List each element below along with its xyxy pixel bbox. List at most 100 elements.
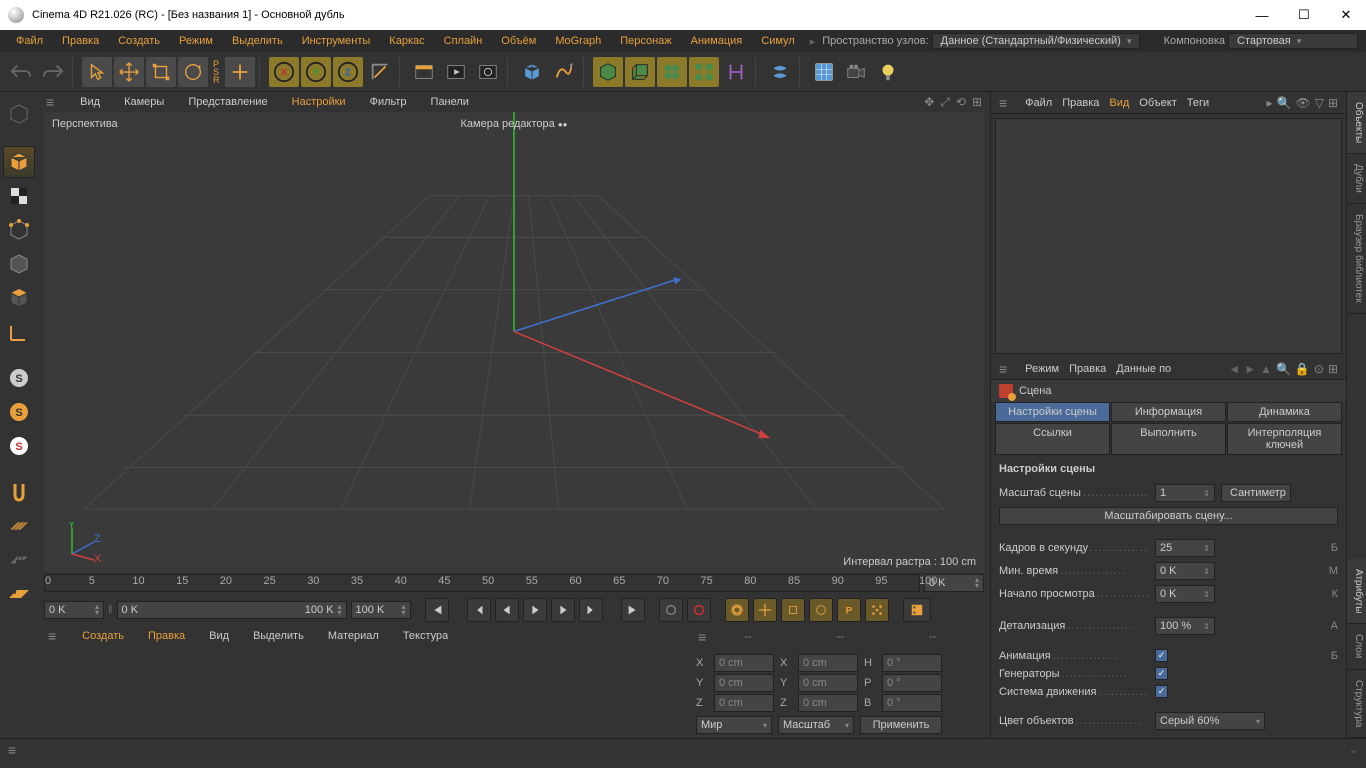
vp-nav-icon-3[interactable]: ⟲ xyxy=(956,95,966,110)
polygon-mode-button[interactable] xyxy=(3,282,35,314)
vp-menu-view[interactable]: Вид xyxy=(74,94,106,110)
coord-apply-button[interactable]: Применить xyxy=(860,716,942,734)
rtab-layers[interactable]: Слои xyxy=(1347,624,1366,669)
edge-mode-button[interactable] xyxy=(3,248,35,280)
menu-mograph[interactable]: MoGraph xyxy=(547,33,609,49)
mat-menu-view[interactable]: Вид xyxy=(203,628,235,644)
motion-checkbox[interactable]: ✓ xyxy=(1155,685,1168,698)
model-mode-button[interactable] xyxy=(3,146,35,178)
render-pv-button[interactable] xyxy=(441,57,471,87)
workplane-button[interactable] xyxy=(3,510,35,542)
mat-menu-create[interactable]: Создать xyxy=(76,628,130,644)
select-tool[interactable] xyxy=(82,57,112,87)
fps-field[interactable]: 25⇕ xyxy=(1155,539,1215,557)
animation-checkbox[interactable]: ✓ xyxy=(1155,649,1168,662)
vp-menu-filter[interactable]: Фильтр xyxy=(364,94,413,110)
am-menu-mode[interactable]: Режим xyxy=(1025,363,1059,375)
om-menu-object[interactable]: Объект xyxy=(1139,97,1176,109)
current-frame-field[interactable]: 0 K▴▾ xyxy=(44,601,104,619)
size-y-field[interactable]: 0 cm xyxy=(798,674,858,692)
rot-b-field[interactable]: 0 ° xyxy=(882,694,942,712)
camera-button[interactable] xyxy=(841,57,871,87)
rotate-tool[interactable] xyxy=(178,57,208,87)
om-menu-file[interactable]: Файл xyxy=(1025,97,1052,109)
key-pos-button[interactable] xyxy=(753,598,777,622)
hamburger-icon[interactable]: ≡ xyxy=(48,628,56,644)
mat-menu-edit[interactable]: Правка xyxy=(142,628,191,644)
om-search-icon[interactable]: 🔍 xyxy=(1277,96,1292,110)
rot-p-field[interactable]: 0 ° xyxy=(882,674,942,692)
mat-menu-select[interactable]: Выделить xyxy=(247,628,310,644)
move-tool[interactable] xyxy=(114,57,144,87)
cloner-button[interactable] xyxy=(689,57,719,87)
key-pla-button[interactable] xyxy=(865,598,889,622)
play-button[interactable] xyxy=(523,598,547,622)
field-button[interactable] xyxy=(721,57,751,87)
hamburger-icon[interactable]: ≡ xyxy=(999,361,1007,377)
chevron-down-icon[interactable]: ⌄ xyxy=(1349,743,1358,756)
environment-button[interactable] xyxy=(809,57,839,87)
texture-mode-button[interactable] xyxy=(3,180,35,212)
render-settings-button[interactable] xyxy=(473,57,503,87)
viewport-solo-off-button[interactable]: S xyxy=(3,396,35,428)
am-add-icon[interactable]: ⊞ xyxy=(1328,362,1338,376)
size-z-field[interactable]: 0 cm xyxy=(798,694,858,712)
viewport-solo-single-button[interactable]: S xyxy=(3,430,35,462)
maximize-button[interactable]: ☐ xyxy=(1292,7,1316,23)
render-view-button[interactable] xyxy=(409,57,439,87)
goto-start-button[interactable] xyxy=(425,598,449,622)
record-button[interactable] xyxy=(659,598,683,622)
autokey-button[interactable] xyxy=(687,598,711,622)
goto-end-button[interactable] xyxy=(621,598,645,622)
size-x-field[interactable]: 0 cm xyxy=(798,654,858,672)
om-expand-icon[interactable]: ▸ xyxy=(1266,96,1272,110)
x-axis-lock[interactable]: X xyxy=(269,57,299,87)
pos-z-field[interactable]: 0 cm xyxy=(714,694,774,712)
coord-system-button[interactable] xyxy=(365,57,395,87)
next-key-button[interactable] xyxy=(579,598,603,622)
detail-field[interactable]: 100 %⇕ xyxy=(1155,617,1215,635)
object-color-dropdown[interactable]: Серый 60%▾ xyxy=(1155,712,1265,730)
vp-nav-icon-2[interactable]: ⤢ xyxy=(940,95,950,110)
am-fwd-icon[interactable]: ► xyxy=(1244,362,1256,376)
next-frame-button[interactable] xyxy=(551,598,575,622)
psr-label[interactable]: PSR xyxy=(210,57,223,87)
undo-button[interactable] xyxy=(6,57,36,87)
om-filter-icon[interactable]: ▽ xyxy=(1315,96,1324,110)
timeline-options-button[interactable] xyxy=(903,598,931,622)
redo-button[interactable] xyxy=(38,57,68,87)
vp-menu-cameras[interactable]: Камеры xyxy=(118,94,170,110)
key-scale-button[interactable] xyxy=(781,598,805,622)
vp-menu-options[interactable]: Настройки xyxy=(286,94,352,110)
viewport-3d[interactable]: Перспектива Камера редактора ●● Интервал… xyxy=(44,112,984,572)
light-button[interactable] xyxy=(873,57,903,87)
minimize-button[interactable]: — xyxy=(1250,8,1274,23)
hamburger-icon[interactable]: ≡ xyxy=(46,94,54,110)
generators-checkbox[interactable]: ✓ xyxy=(1155,667,1168,680)
am-lock-icon[interactable]: 🔒 xyxy=(1295,362,1310,376)
coord-world-dropdown[interactable]: Мир▾ xyxy=(696,716,772,734)
vp-menu-display[interactable]: Представление xyxy=(182,94,273,110)
last-tool[interactable] xyxy=(225,57,255,87)
scene-scale-field[interactable]: 1⇕ xyxy=(1155,484,1215,502)
tab-execute[interactable]: Выполнить xyxy=(1111,423,1226,455)
menu-spline[interactable]: Сплайн xyxy=(436,33,491,49)
make-editable-button[interactable] xyxy=(3,98,35,130)
menu-tools[interactable]: Инструменты xyxy=(294,33,379,49)
om-menu-tags[interactable]: Теги xyxy=(1187,97,1209,109)
menu-file[interactable]: Файл xyxy=(8,33,51,49)
extrude-button[interactable] xyxy=(625,57,655,87)
key-param-button[interactable]: P xyxy=(837,598,861,622)
am-new-icon[interactable]: ⊙ xyxy=(1314,362,1324,376)
min-time-field[interactable]: 0 K⇕ xyxy=(1155,562,1215,580)
range-end-field[interactable]: 100 K▴▾ xyxy=(351,601,411,619)
key-selection-button[interactable] xyxy=(725,598,749,622)
object-manager-tree[interactable] xyxy=(995,118,1342,354)
menu-edit[interactable]: Правка xyxy=(54,33,107,49)
nodespace-dropdown[interactable]: Данное (Стандартный/Физический) xyxy=(932,33,1141,49)
vp-nav-icon-1[interactable]: ✥ xyxy=(924,95,934,110)
rtab-takes[interactable]: Дубли xyxy=(1347,154,1366,204)
menu-character[interactable]: Персонаж xyxy=(612,33,679,49)
layout-dropdown[interactable]: Стартовая xyxy=(1228,33,1358,49)
hamburger-icon[interactable]: ≡ xyxy=(999,95,1007,111)
